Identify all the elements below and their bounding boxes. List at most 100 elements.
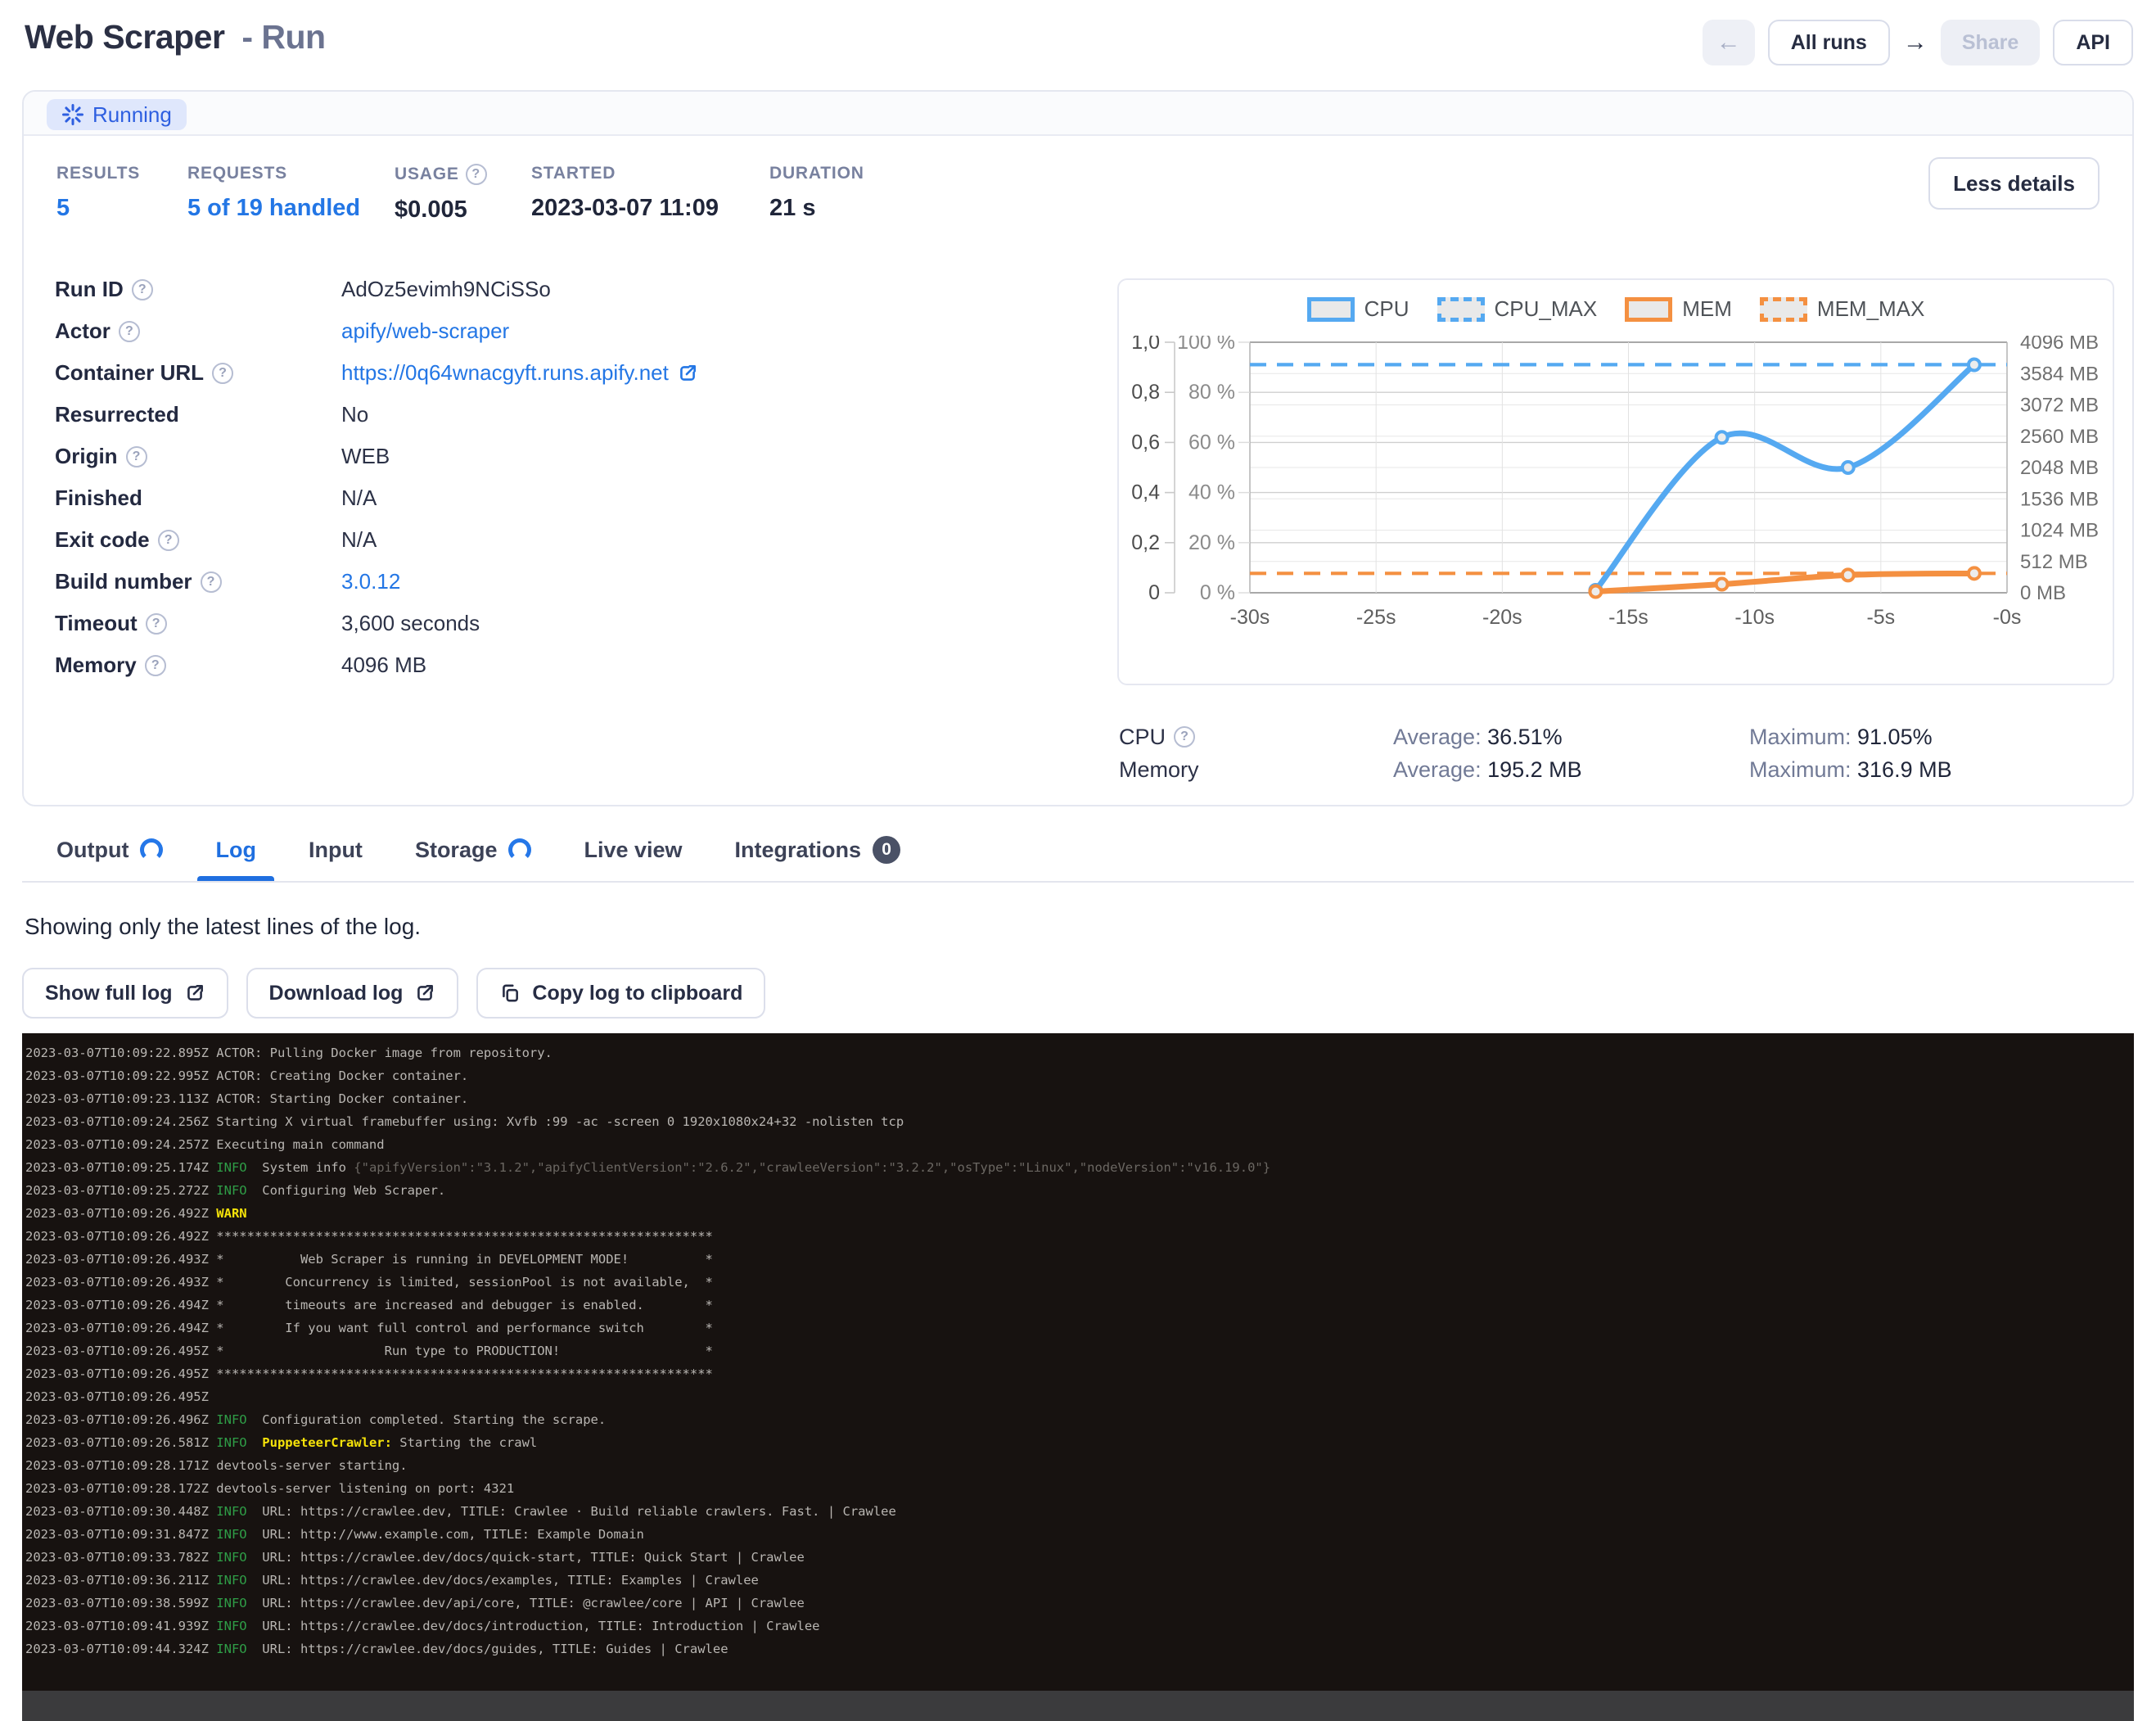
log-line: 2023-03-07T10:09:26.496Z INFO Configurat… (25, 1408, 2134, 1431)
chart-axis-labels: 1,00,80,60,40,20100 %80 %60 %40 %20 %0 %… (1131, 336, 2099, 629)
page-title-primary: Web Scraper (25, 18, 224, 56)
detail-label: Origin? (55, 444, 341, 469)
copy-icon (499, 982, 521, 1004)
tab-integrations[interactable]: Integrations0 (732, 819, 904, 881)
detail-value: 3,600 seconds (341, 611, 480, 636)
detail-label: Container URL? (55, 360, 341, 386)
stat-value[interactable]: 5 of 19 handled (187, 195, 395, 222)
horizontal-scrollbar[interactable] (22, 1691, 2134, 1721)
help-icon[interactable]: ? (158, 530, 179, 551)
help-icon[interactable]: ? (126, 446, 147, 468)
log-segment: 2023-03-07T10:09:26.494Z * If you want f… (25, 1321, 713, 1335)
detail-value[interactable]: https://0q64wnacgyft.runs.apify.net (341, 360, 698, 386)
help-icon[interactable]: ? (119, 321, 140, 342)
share-button[interactable]: Share (1941, 20, 2040, 65)
log-segment: INFO (216, 1504, 246, 1519)
svg-text:0,2: 0,2 (1131, 531, 1160, 554)
log-console[interactable]: 2023-03-07T10:09:22.895Z ACTOR: Pulling … (22, 1033, 2134, 1721)
header-actions: ← All runs → Share API (1703, 20, 2133, 65)
help-icon[interactable]: ? (1174, 726, 1195, 748)
previous-run-button[interactable]: ← (1703, 20, 1755, 65)
stat-label: DURATION (769, 164, 864, 183)
detail-value[interactable]: apify/web-scraper (341, 318, 509, 344)
api-button[interactable]: API (2053, 20, 2133, 65)
tab-input[interactable]: Input (305, 819, 366, 881)
resource-average: Average: 195.2 MB (1393, 757, 1749, 783)
detail-value[interactable]: 3.0.12 (341, 569, 400, 594)
log-line: 2023-03-07T10:09:41.939Z INFO URL: https… (25, 1615, 2134, 1637)
log-segment: 2023-03-07T10:09:22.995Z ACTOR: Creating… (25, 1068, 468, 1083)
external-link-icon (184, 982, 205, 1004)
resource-usage-chart: 1,00,80,60,40,20100 %80 %60 %40 %20 %0 %… (1119, 336, 2113, 671)
log-segment: INFO (216, 1573, 246, 1588)
copy-log-to-clipboard-button[interactable]: Copy log to clipboard (476, 968, 765, 1019)
stat-results: RESULTS5 (56, 164, 187, 224)
log-segment: Starting the crawl (392, 1435, 537, 1450)
tab-storage[interactable]: Storage (412, 819, 535, 881)
all-runs-button[interactable]: All runs (1768, 20, 1890, 65)
log-line: 2023-03-07T10:09:28.171Z devtools-server… (25, 1454, 2134, 1477)
legend-item-cpu[interactable]: CPU (1307, 296, 1410, 322)
download-log-button[interactable]: Download log (246, 968, 459, 1019)
help-icon[interactable]: ? (201, 571, 222, 593)
stat-usage: USAGE?$0.005 (395, 164, 531, 224)
log-line: 2023-03-07T10:09:28.172Z devtools-server… (25, 1477, 2134, 1500)
tab-output[interactable]: Output (53, 819, 166, 881)
help-icon[interactable]: ? (145, 655, 166, 676)
stat-value: 2023-03-07 11:09 (531, 195, 769, 222)
legend-item-mem_max[interactable]: MEM_MAX (1760, 296, 1924, 322)
detail-label: Build number? (55, 569, 341, 594)
log-line: 2023-03-07T10:09:33.782Z INFO URL: https… (25, 1546, 2134, 1569)
log-segment: INFO (216, 1435, 246, 1450)
button-label: Show full log (45, 982, 173, 1005)
svg-text:0,8: 0,8 (1131, 381, 1160, 404)
tab-log[interactable]: Log (212, 819, 259, 881)
log-line: 2023-03-07T10:09:22.895Z ACTOR: Pulling … (25, 1041, 2134, 1064)
help-icon[interactable]: ? (146, 613, 167, 635)
log-segment: INFO (216, 1160, 246, 1175)
spinner-arc-icon (508, 838, 531, 861)
tab-live-view[interactable]: Live view (580, 819, 685, 881)
less-details-button[interactable]: Less details (1928, 157, 2100, 210)
log-line: 2023-03-07T10:09:26.495Z * Run type to P… (25, 1339, 2134, 1362)
stat-started: STARTED2023-03-07 11:09 (531, 164, 769, 224)
detail-row-timeout: Timeout?3,600 seconds (55, 603, 1070, 644)
log-actions: Show full log Download log Copy log to cli… (22, 968, 765, 1019)
log-line: 2023-03-07T10:09:26.494Z * If you want f… (25, 1317, 2134, 1339)
stat-label: USAGE? (395, 164, 531, 185)
svg-text:-5s: -5s (1866, 606, 1895, 629)
detail-value: WEB (341, 444, 390, 469)
help-icon[interactable]: ? (466, 164, 487, 185)
legend-item-mem[interactable]: MEM (1625, 296, 1732, 322)
legend-item-cpu_max[interactable]: CPU_MAX (1437, 296, 1598, 322)
log-segment: URL: https://crawlee.dev/docs/quick-star… (247, 1550, 805, 1565)
run-detail-page: Web Scraper - Run ← All runs → Share API… (0, 0, 2156, 1721)
log-segment: 2023-03-07T10:09:41.939Z (25, 1619, 216, 1633)
resource-maximum: Maximum: 91.05% (1749, 725, 2105, 750)
log-line: 2023-03-07T10:09:26.493Z * Web Scraper i… (25, 1248, 2134, 1271)
stat-duration: DURATION 21 s (769, 164, 864, 224)
log-segment: 2023-03-07T10:09:31.847Z (25, 1527, 216, 1542)
log-segment: 2023-03-07T10:09:24.257Z Executing main … (25, 1137, 385, 1152)
stat-value[interactable]: 5 (56, 195, 187, 222)
log-segment: 2023-03-07T10:09:38.599Z (25, 1596, 216, 1610)
detail-row-run-id: Run ID?AdOz5evimh9NCiSSo (55, 269, 1070, 310)
detail-label: Finished (55, 486, 341, 511)
detail-row-actor: Actor?apify/web-scraper (55, 310, 1070, 352)
log-segment: 2023-03-07T10:09:30.448Z (25, 1504, 216, 1519)
detail-value: N/A (341, 527, 377, 553)
left-arrow-icon: ← (1716, 29, 1741, 56)
next-run-button[interactable]: → (1903, 29, 1928, 56)
log-line: 2023-03-07T10:09:26.493Z * Concurrency i… (25, 1271, 2134, 1294)
log-segment: INFO (216, 1183, 246, 1198)
svg-text:0 %: 0 % (1200, 581, 1235, 604)
help-icon[interactable]: ? (132, 279, 153, 300)
help-icon[interactable]: ? (212, 363, 233, 384)
show-full-log-button[interactable]: Show full log (22, 968, 228, 1019)
log-segment: INFO (216, 1619, 246, 1633)
maximum-label: Maximum: (1749, 757, 1857, 782)
stat-value: 21 s (769, 195, 864, 222)
average-value: 36.51% (1487, 725, 1563, 749)
log-segment: URL: https://crawlee.dev/api/core, TITLE… (247, 1596, 805, 1610)
log-line: 2023-03-07T10:09:44.324Z INFO URL: https… (25, 1637, 2134, 1660)
